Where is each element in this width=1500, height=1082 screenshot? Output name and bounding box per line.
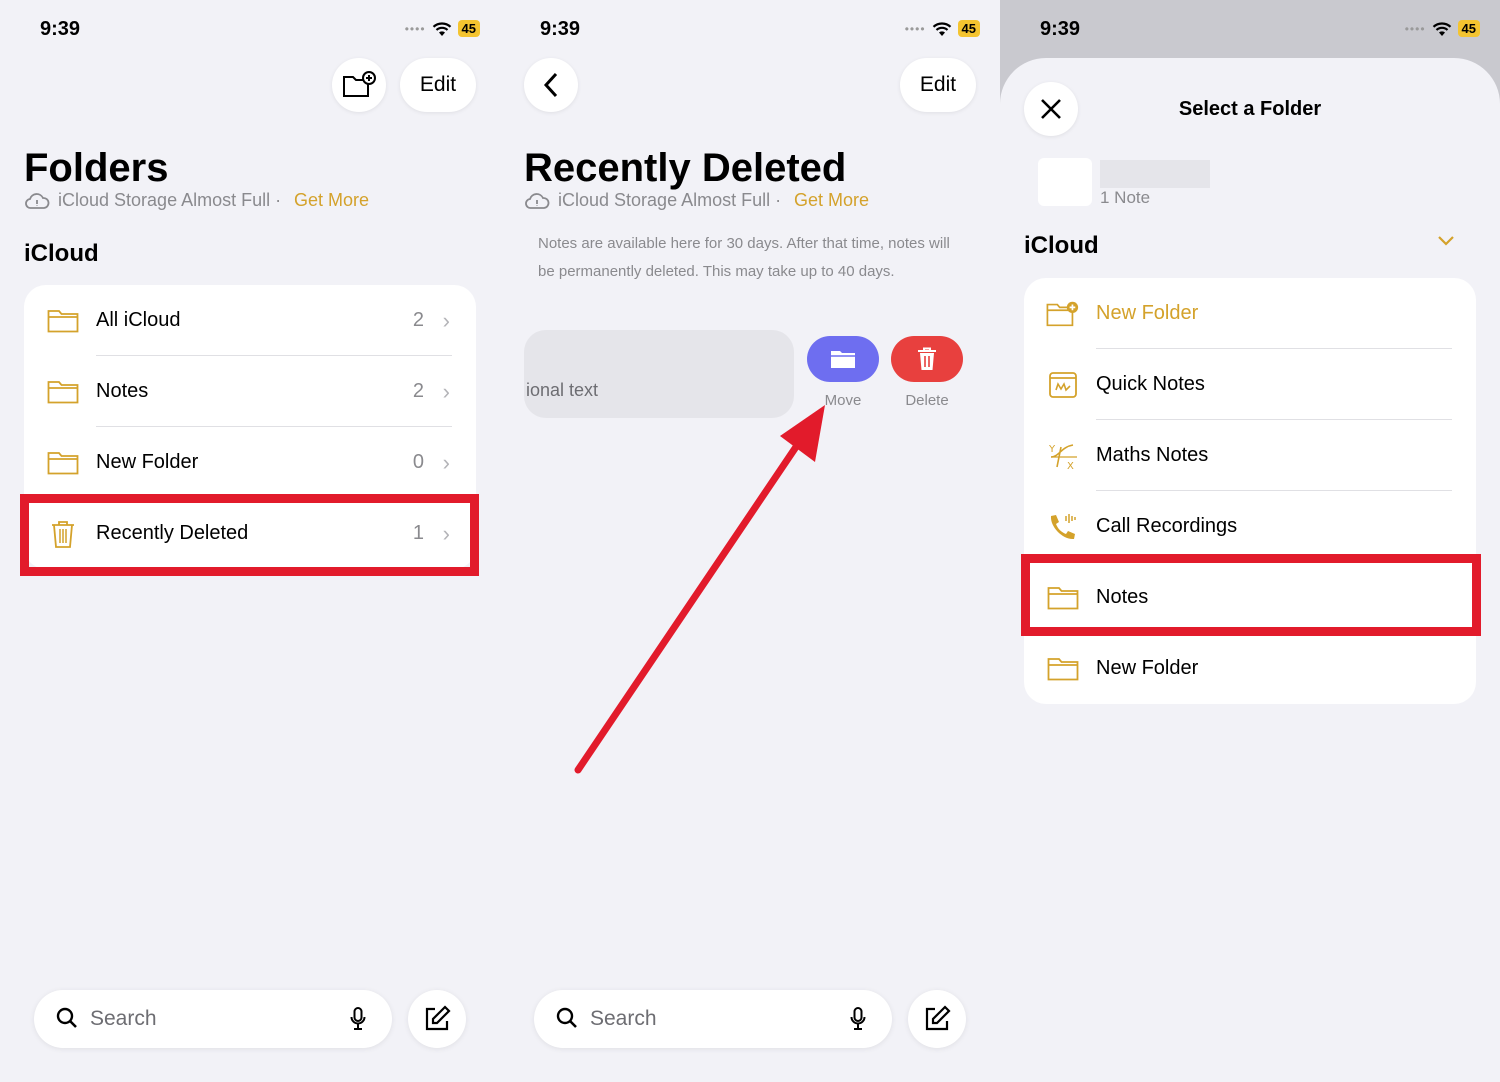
picker-row-call-recordings[interactable]: Call Recordings (1024, 491, 1476, 562)
quick-notes-icon (1046, 370, 1080, 400)
recently-deleted-screen: 9:39 •••• 45 Edit Recently Deleted iClou… (500, 0, 1000, 1082)
new-folder-icon (1046, 299, 1080, 329)
phone-icon (1046, 512, 1080, 542)
new-folder-icon (343, 71, 376, 97)
search-input[interactable]: Search (90, 1007, 157, 1031)
section-header-icloud: iCloud (1024, 232, 1099, 259)
microphone-icon[interactable] (350, 1007, 366, 1031)
select-folder-screen: 9:39 •••• 45 Select a Folder 1 Note iClo… (1000, 0, 1500, 1082)
folder-count: 2 (412, 380, 424, 402)
maths-icon: YX (1046, 441, 1080, 471)
battery-icon: 45 (1457, 20, 1480, 37)
picker-row-new-folder[interactable]: New Folder (1024, 633, 1476, 704)
folder-row-notes[interactable]: Notes 2 › (24, 356, 476, 427)
search-bar[interactable]: Search (34, 990, 392, 1048)
get-more-link[interactable]: Get More (294, 190, 369, 211)
note-thumbnail (1038, 158, 1092, 206)
folder-count: 0 (412, 451, 424, 473)
sheet-title: Select a Folder (1178, 98, 1322, 120)
status-indicators: •••• 45 (405, 20, 480, 37)
highlight-box (1021, 554, 1481, 636)
picker-label: Maths Notes (1096, 444, 1209, 466)
svg-text:X: X (1067, 461, 1074, 471)
signal-icon: •••• (404, 21, 426, 36)
chevron-down-icon[interactable] (1438, 236, 1454, 246)
status-time: 9:39 (1040, 18, 1081, 40)
search-bar[interactable]: Search (534, 990, 892, 1048)
wifi-icon (1432, 21, 1451, 36)
chevron-right-icon: › (442, 307, 450, 333)
folder-label: Notes (96, 380, 149, 402)
compose-icon (925, 1005, 951, 1031)
storage-warning: iCloud Storage Almost Full · (24, 190, 281, 211)
note-title-placeholder (1100, 160, 1210, 188)
picker-label: New Folder (1096, 302, 1199, 324)
microphone-icon[interactable] (850, 1007, 866, 1031)
page-title: Folders (24, 146, 169, 190)
status-indicators: •••• 45 (1405, 20, 1480, 37)
folder-row-new-folder[interactable]: New Folder 0 › (24, 427, 476, 498)
edit-button[interactable]: Edit (400, 58, 476, 112)
picker-label: Call Recordings (1096, 515, 1238, 537)
wifi-icon (432, 21, 451, 36)
folder-icon (1046, 654, 1080, 684)
folder-count: 2 (412, 309, 424, 331)
picker-row-maths-notes[interactable]: YX Maths Notes (1024, 420, 1476, 491)
folder-row-all-icloud[interactable]: All iCloud 2 › (24, 285, 476, 356)
note-count: 1 Note (1100, 188, 1151, 207)
get-more-label[interactable]: Get More (294, 190, 369, 211)
new-folder-button[interactable] (332, 58, 386, 112)
folder-icon (46, 448, 80, 478)
annotation-arrow (574, 405, 825, 774)
folder-icon (46, 306, 80, 336)
search-icon (556, 1007, 577, 1028)
picker-label: New Folder (1096, 657, 1199, 679)
section-header-icloud: iCloud (24, 240, 99, 267)
battery-icon: 45 (457, 20, 480, 37)
folder-label: All iCloud (96, 309, 181, 331)
search-icon (56, 1007, 77, 1028)
chevron-right-icon: › (442, 449, 450, 475)
folders-screen: 9:39 •••• 45 Edit Folders iCloud Storage… (0, 0, 500, 1082)
picker-row-quick-notes[interactable]: Quick Notes (1024, 349, 1476, 420)
highlight-box (20, 494, 479, 576)
folder-label: New Folder (96, 451, 199, 473)
compose-button[interactable] (408, 990, 466, 1048)
chevron-right-icon: › (442, 378, 450, 404)
folder-icon (46, 377, 80, 407)
compose-icon (425, 1005, 451, 1031)
status-time: 9:39 (40, 18, 81, 40)
search-input[interactable]: Search (590, 1007, 657, 1031)
signal-icon: •••• (1404, 21, 1426, 36)
cloud-icon (25, 192, 50, 209)
compose-button[interactable] (908, 990, 966, 1048)
picker-label: Quick Notes (1096, 373, 1205, 395)
storage-text: iCloud Storage Almost Full · (58, 190, 282, 210)
folder-picker-list: New Folder Quick Notes YX Maths Notes Ca… (1024, 278, 1476, 704)
svg-text:Y: Y (1048, 444, 1056, 455)
picker-row-new-folder-action[interactable]: New Folder (1024, 278, 1476, 349)
